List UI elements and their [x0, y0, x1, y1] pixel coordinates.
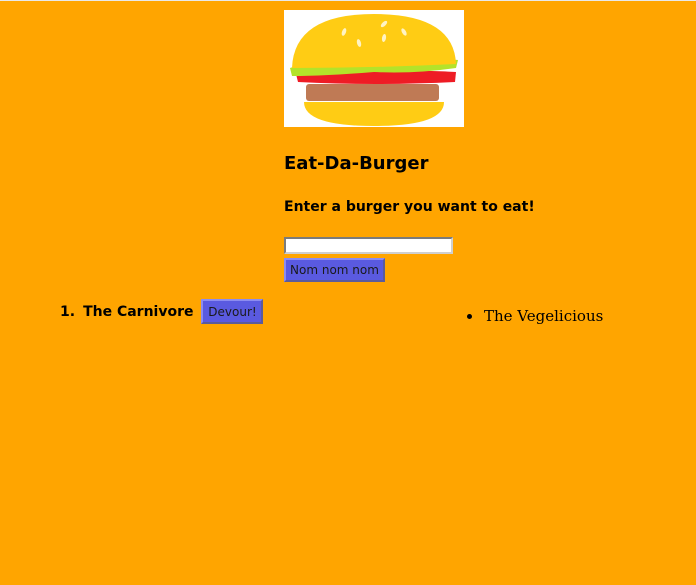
burger-logo	[284, 10, 464, 127]
page-subtitle: Enter a burger you want to eat!	[284, 199, 535, 215]
list-item: The Vegelicious	[467, 307, 603, 325]
devoured-burger-name: The Vegelicious	[484, 307, 604, 325]
list-item: 1. The Carnivore Devour!	[60, 299, 264, 324]
header: Eat-Da-Burger Enter a burger you want to…	[284, 10, 584, 282]
burger-name: The Carnivore	[83, 303, 194, 320]
burger-name-input[interactable]	[284, 237, 453, 254]
burgers-to-eat-list: 1. The Carnivore Devour!	[60, 299, 264, 324]
submit-burger-button[interactable]: Nom nom nom	[284, 258, 385, 282]
list-item-number: 1.	[60, 303, 76, 320]
devour-button[interactable]: Devour!	[201, 299, 264, 324]
burger-icon	[284, 10, 464, 127]
bullet-icon	[467, 313, 472, 319]
page-title: Eat-Da-Burger	[284, 153, 429, 174]
devoured-burgers-list: The Vegelicious	[467, 307, 603, 325]
